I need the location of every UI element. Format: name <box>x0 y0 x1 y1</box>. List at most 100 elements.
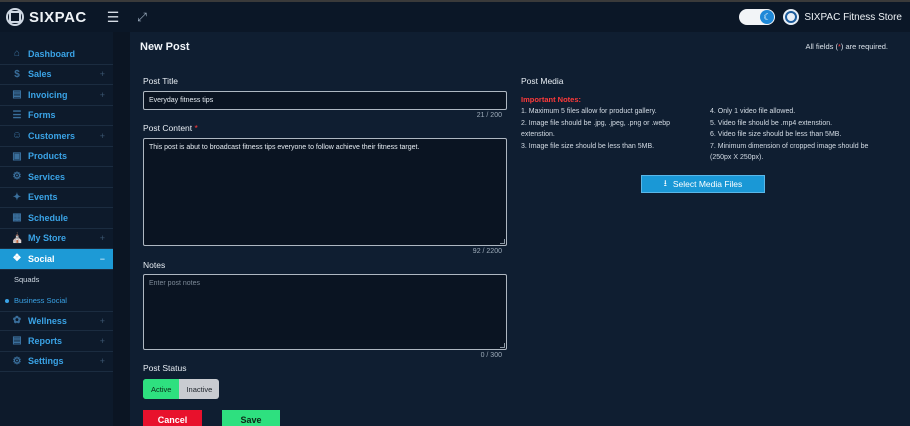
sidebar-item-label: Dashboard <box>28 48 76 59</box>
sidebar-item-invoicing[interactable]: ▤ Invoicing + <box>0 85 113 106</box>
dollar-icon: $ <box>14 68 20 80</box>
form-icon: ☰ <box>12 109 22 121</box>
store-name[interactable]: SIXPAC Fitness Store <box>804 12 902 23</box>
sidebar-item-dashboard[interactable]: ⌂ Dashboard <box>0 44 113 65</box>
notes-label: Notes <box>143 260 166 270</box>
sidebar-item-social[interactable]: ❖ Social − <box>0 249 113 270</box>
users-icon: ☺ <box>11 130 23 142</box>
notes-textarea[interactable]: Enter post notes <box>143 274 507 350</box>
sidebar-item-customers[interactable]: ☺ Customers + <box>0 126 113 147</box>
expand-plus-icon: + <box>99 233 105 244</box>
sidebar-item-label: Social <box>28 253 55 264</box>
new-post-panel: New Post All fields (*) are required. Po… <box>130 32 910 426</box>
post-status-toggle: Active Inactive <box>143 379 220 399</box>
sidebar-item-label: My Store <box>28 233 67 244</box>
note-line: 1. Maximum 5 files allow for product gal… <box>521 108 657 115</box>
sidebar-item-label: Customers <box>28 130 76 141</box>
notes-right-column: 4. Only 1 video file allowed. 5. Video f… <box>710 106 888 164</box>
sidebar-item-forms[interactable]: ☰ Forms <box>0 106 113 126</box>
expand-plus-icon: + <box>99 69 105 80</box>
select-media-label: Select Media Files <box>672 179 743 189</box>
sidebar-item-label: Reports <box>28 335 63 346</box>
expand-plus-icon: + <box>99 335 105 346</box>
note-line: 6. Video file size should be less than 5… <box>710 131 842 138</box>
resize-handle-icon[interactable] <box>500 343 505 348</box>
expand-plus-icon: + <box>99 356 105 367</box>
required-prefix: All fields ( <box>805 42 838 51</box>
sidebar-item-label: Settings <box>28 356 64 367</box>
sidebar-subitem-squads[interactable]: Squads <box>0 270 113 291</box>
status-active-button[interactable]: Active <box>143 379 180 399</box>
reports-icon: ▤ <box>12 335 22 347</box>
post-title-label: Post Title <box>143 76 178 86</box>
box-icon: ▣ <box>12 150 22 162</box>
calendar-icon: ▦ <box>12 212 22 224</box>
moon-icon: ☾ <box>760 10 775 24</box>
save-button[interactable]: Save <box>222 410 280 426</box>
sidebar-item-my-store[interactable]: ⛪ My Store + <box>0 229 113 249</box>
events-icon: ✦ <box>12 191 22 203</box>
required-note: All fields (*) are required. <box>805 42 888 51</box>
sidebar-item-label: Wellness <box>28 315 67 326</box>
gear-icon: ⚙ <box>12 355 22 367</box>
logo-text: SIXPAC <box>29 8 87 26</box>
hamburger-icon[interactable]: ☰ <box>107 9 120 26</box>
page-title: New Post <box>140 41 190 53</box>
invoice-icon: ▤ <box>12 89 22 101</box>
required-star: * <box>194 123 198 133</box>
upload-icon: ⭳ <box>663 178 667 188</box>
post-title-counter: 21 / 200 <box>476 112 502 119</box>
sidebar-item-label: Events <box>28 192 58 203</box>
post-title-value: Everyday fitness tips <box>149 97 214 104</box>
sidebar-subitem-label: Squads <box>14 275 40 285</box>
sidebar-item-settings[interactable]: ⚙ Settings + <box>0 352 113 372</box>
header-right: ☾ SIXPAC Fitness Store <box>739 9 902 25</box>
sidebar-item-label: Invoicing <box>28 89 68 100</box>
post-status-label: Post Status <box>143 363 187 373</box>
social-icon: ❖ <box>12 253 22 265</box>
resize-handle-icon[interactable] <box>500 239 505 244</box>
sidebar-item-label: Services <box>28 171 66 182</box>
note-line: 2. Image file should be .jpg, .jpeg, .pn… <box>521 119 671 139</box>
expand-plus-icon: + <box>99 130 105 141</box>
sidebar-item-events[interactable]: ✦ Events <box>0 188 113 208</box>
sidebar-item-label: Products <box>28 151 68 162</box>
note-line: 4. Only 1 video file allowed. <box>710 108 796 115</box>
sidebar-item-schedule[interactable]: ▦ Schedule <box>0 208 113 229</box>
cancel-button[interactable]: Cancel <box>143 410 202 426</box>
sidebar-item-wellness[interactable]: ✿ Wellness + <box>0 310 113 331</box>
logo[interactable]: SIXPAC <box>6 8 87 26</box>
top-header: SIXPAC ☰ ⤢ ☾ SIXPAC Fitness Store <box>0 2 910 32</box>
sidebar-item-products[interactable]: ▣ Products <box>0 147 113 167</box>
expand-plus-icon: + <box>99 315 105 326</box>
home-icon: ⌂ <box>13 48 21 60</box>
post-content-textarea[interactable]: This post is abut to broadcast fitness t… <box>143 138 507 246</box>
post-content-value: This post is abut to broadcast fitness t… <box>149 144 420 151</box>
select-media-files-button[interactable]: ⭳ Select Media Files <box>641 175 765 193</box>
note-line: 3. Image file size should be less than 5… <box>521 142 655 150</box>
sidebar-item-services[interactable]: ⚙ Services <box>0 167 113 188</box>
sidebar: ⌂ Dashboard $ Sales + ▤ Invoicing + ☰ Fo… <box>0 32 113 426</box>
status-inactive-button[interactable]: Inactive <box>179 379 220 399</box>
post-title-input[interactable]: Everyday fitness tips <box>143 91 507 110</box>
sidebar-item-sales[interactable]: $ Sales + <box>0 65 113 85</box>
collapse-minus-icon: − <box>99 253 105 264</box>
theme-toggle[interactable]: ☾ <box>739 9 776 25</box>
logo-icon <box>6 8 24 26</box>
services-icon: ⚙ <box>12 171 22 183</box>
notes-counter: 0 / 300 <box>480 352 502 359</box>
sidebar-subitem-label: Business Social <box>14 295 67 305</box>
expand-plus-icon: + <box>99 89 105 100</box>
store-icon: ⛪ <box>11 232 24 244</box>
sidebar-item-label: Forms <box>28 110 56 121</box>
required-suffix: ) are required. <box>840 42 888 51</box>
sidebar-subitem-business-social[interactable]: Business Social <box>0 290 113 311</box>
store-avatar[interactable] <box>783 9 800 25</box>
note-line: 5. Video file should be .mp4 extenstion. <box>710 119 833 127</box>
post-media-title: Post Media <box>521 76 564 86</box>
sidebar-item-reports[interactable]: ▤ Reports + <box>0 331 113 352</box>
sidebar-item-label: Schedule <box>28 212 69 223</box>
expand-icon[interactable]: ⤢ <box>137 10 147 25</box>
post-content-counter: 92 / 2200 <box>472 248 502 255</box>
notes-placeholder: Enter post notes <box>149 280 200 287</box>
